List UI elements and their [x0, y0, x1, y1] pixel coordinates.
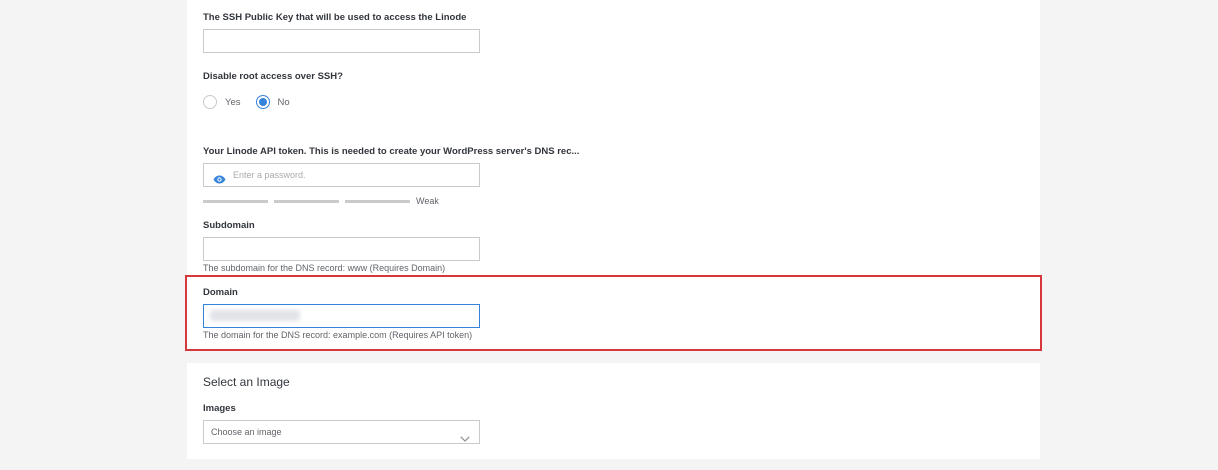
api-token-input[interactable]: Enter a password. [203, 163, 480, 187]
select-image-title: Select an Image [203, 375, 290, 389]
radio-yes-label: Yes [225, 96, 241, 108]
image-select-value: Choose an image [211, 427, 282, 437]
subdomain-label: Subdomain [203, 220, 255, 231]
domain-helper: The domain for the DNS record: example.c… [203, 330, 473, 340]
images-label: Images [203, 403, 236, 414]
root-access-radio-group: Yes No [203, 94, 305, 110]
subdomain-input[interactable] [203, 237, 480, 261]
strength-bar [345, 199, 410, 203]
radio-yes[interactable] [203, 95, 217, 109]
domain-input[interactable] [203, 304, 480, 328]
strength-bar [203, 199, 268, 203]
password-strength-meter: Weak [203, 196, 439, 206]
eye-icon[interactable] [213, 171, 226, 183]
subdomain-helper: The subdomain for the DNS record: www (R… [203, 263, 446, 273]
ssh-key-input[interactable] [203, 29, 480, 53]
chevron-down-icon [460, 429, 470, 442]
api-token-placeholder: Enter a password. [233, 170, 306, 180]
root-access-label: Disable root access over SSH? [203, 71, 343, 82]
strength-bar [274, 199, 339, 203]
api-token-label: Your Linode API token. This is needed to… [203, 146, 580, 157]
domain-value-blurred [210, 310, 300, 321]
strength-label: Weak [416, 196, 439, 206]
select-image-card [187, 363, 1040, 459]
page: The SSH Public Key that will be used to … [0, 0, 1218, 470]
image-select[interactable]: Choose an image [203, 420, 480, 444]
ssh-key-label: The SSH Public Key that will be used to … [203, 12, 467, 23]
domain-label: Domain [203, 287, 238, 298]
radio-no[interactable] [255, 95, 270, 109]
radio-no-label: No [277, 96, 290, 108]
